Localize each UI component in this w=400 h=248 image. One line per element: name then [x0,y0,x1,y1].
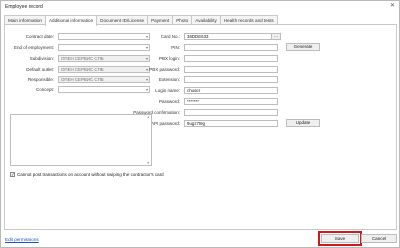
pbx-password-label: PBX password: [149,67,180,72]
close-icon[interactable]: ✕ [390,3,395,9]
contract-date-label: Contract date: [25,34,54,39]
save-button[interactable]: Save [321,234,359,243]
end-of-employment-field[interactable]: ▾ [58,44,150,51]
chevron-down-icon[interactable]: ▾ [146,77,148,82]
chevron-down-icon[interactable]: ▾ [146,87,148,92]
generate-button[interactable]: Generate [286,43,320,51]
card-browse-button[interactable]: ... [271,33,281,40]
no-swipe-checkbox[interactable]: ✓ [10,172,15,177]
responsible-label: Responsible: [27,77,54,82]
update-button[interactable]: Update [286,119,320,127]
chevron-down-icon[interactable]: ▾ [146,56,148,61]
pbx-password-field[interactable] [184,66,278,73]
calendar-dropdown-icon[interactable]: ▾ [146,34,148,39]
extension-field[interactable] [184,76,278,83]
external-api-password-field[interactable]: 9ugz7t9g [184,120,278,127]
pin-label: PIN: [171,45,180,50]
card-no-label: Card No.: [160,34,180,39]
subdivision-select[interactable]: ОПЕН СЕРВИС СПБ ▾ [58,55,150,62]
cancel-button[interactable]: Cancel [361,234,397,243]
concept-label: Concept: [35,87,54,92]
pbx-login-field[interactable] [184,55,278,62]
extension-label: Extension: [158,77,180,82]
window-title: Employee record [5,4,43,10]
login-name-label: Login name: [155,88,180,93]
additional-information-panel: Contract date: ▾ End of employment: ▾ Su… [4,24,397,230]
default-outlet-label: Default outlet: [26,67,54,72]
subdivision-label: Subdivision: [29,56,54,61]
end-of-employment-label: End of employment: [13,45,54,50]
no-swipe-checkbox-label: Cannot post transactions on account with… [17,172,164,177]
card-no-field[interactable]: 36DDE633 [184,33,272,40]
title-bar: Employee record ✕ [1,1,399,12]
scroll-down-icon[interactable]: ▼ [147,161,150,165]
password-label: Password: [158,99,180,104]
employee-record-window: Employee record ✕ Main information Addit… [0,0,400,248]
pbx-login-label: PBX login: [158,56,180,61]
notes-textarea[interactable]: ▲ ▼ [10,114,152,166]
calendar-dropdown-icon[interactable]: ▾ [146,45,148,50]
concept-select[interactable]: ▾ [58,86,150,93]
login-name-field[interactable]: chuser [184,87,278,94]
password-confirmation-field[interactable] [184,109,278,116]
default-outlet-select[interactable]: ОПЕН СЕРВИС СПБ ▾ [58,66,150,73]
edit-permissions-link[interactable]: Edit permissions [5,237,39,242]
password-field[interactable]: ******* [184,98,278,105]
contract-date-field[interactable]: ▾ [58,33,150,40]
chevron-down-icon[interactable]: ▾ [146,67,148,72]
tab-additional-information[interactable]: Additional information [44,15,98,26]
no-swipe-checkbox-row[interactable]: ✓ Cannot post transactions on account wi… [10,171,164,178]
responsible-select[interactable]: ОПЕН СЕРВИС СПБ ▾ [58,76,150,83]
scroll-up-icon[interactable]: ▲ [147,115,150,119]
pin-field[interactable] [184,44,278,51]
